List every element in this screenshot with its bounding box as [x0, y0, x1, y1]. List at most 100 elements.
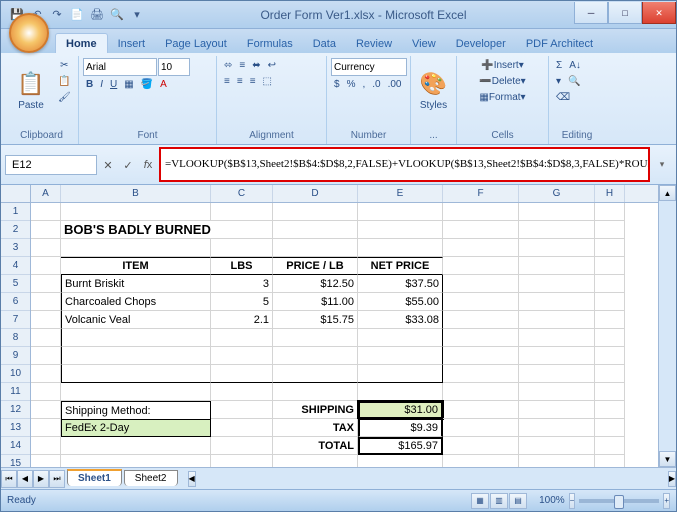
cell[interactable]: Charcoaled Chops: [61, 293, 211, 311]
row-header[interactable]: 2: [1, 221, 30, 239]
row-header[interactable]: 9: [1, 347, 30, 365]
cell[interactable]: [358, 221, 443, 239]
cell[interactable]: BOB'S BADLY BURNED BBQ: [61, 221, 211, 239]
cell[interactable]: [61, 347, 211, 365]
cell[interactable]: [443, 347, 519, 365]
cell[interactable]: [211, 437, 273, 455]
fill-color-button[interactable]: 🪣: [138, 77, 156, 92]
font-size-select[interactable]: [158, 58, 190, 76]
cell[interactable]: [519, 239, 595, 257]
styles-button[interactable]: 🎨Styles: [415, 58, 452, 124]
align-mid-button[interactable]: ≡: [236, 58, 248, 73]
cell[interactable]: [595, 257, 625, 275]
formula-input[interactable]: =VLOOKUP($B$13,Sheet2!$B$4:$D$8,2,FALSE)…: [159, 147, 650, 182]
qat-dropdown-icon[interactable]: ▾: [129, 7, 145, 23]
cell[interactable]: [595, 239, 625, 257]
normal-view-button[interactable]: ▦: [471, 493, 489, 509]
cell[interactable]: Volcanic Veal: [61, 311, 211, 329]
cell[interactable]: [358, 365, 443, 383]
cell[interactable]: [595, 293, 625, 311]
cell[interactable]: [443, 401, 519, 419]
cell[interactable]: [211, 329, 273, 347]
currency-button[interactable]: $: [331, 77, 343, 92]
font-name-select[interactable]: [83, 58, 157, 76]
row-header[interactable]: 7: [1, 311, 30, 329]
cell[interactable]: [61, 329, 211, 347]
format-cells-button[interactable]: ▦Format ▾: [461, 90, 544, 105]
cell[interactable]: [519, 455, 595, 467]
cell[interactable]: [273, 221, 358, 239]
new-icon[interactable]: 📄: [69, 7, 85, 23]
cell[interactable]: 5: [211, 293, 273, 311]
align-bot-button[interactable]: ⬌: [249, 58, 263, 73]
sheet-tab-2[interactable]: Sheet2: [124, 470, 178, 486]
horizontal-scrollbar[interactable]: ◀ ▶: [188, 471, 677, 487]
cell[interactable]: [519, 365, 595, 383]
tab-last-button[interactable]: ⏭: [49, 470, 65, 488]
cell[interactable]: TOTAL: [273, 437, 358, 455]
find-button[interactable]: 🔍: [565, 74, 583, 89]
cell[interactable]: [595, 437, 625, 455]
cell[interactable]: [595, 329, 625, 347]
border-button[interactable]: ▦: [121, 77, 136, 92]
align-left-button[interactable]: ≡: [221, 74, 233, 89]
row-header[interactable]: 12: [1, 401, 30, 419]
cell[interactable]: [31, 203, 61, 221]
close-button[interactable]: ✕: [642, 2, 676, 24]
cell[interactable]: [595, 383, 625, 401]
col-header[interactable]: B: [61, 185, 211, 202]
percent-button[interactable]: %: [344, 77, 359, 92]
cell[interactable]: [273, 383, 358, 401]
cell[interactable]: [443, 419, 519, 437]
cell[interactable]: [31, 455, 61, 467]
scroll-right-button[interactable]: ▶: [668, 471, 676, 487]
clear-button[interactable]: ⌫: [553, 90, 573, 105]
cell[interactable]: [31, 275, 61, 293]
cell[interactable]: [443, 311, 519, 329]
cell[interactable]: [273, 239, 358, 257]
tab-pdf-architect[interactable]: PDF Architect: [516, 34, 603, 53]
col-header[interactable]: C: [211, 185, 273, 202]
tab-prev-button[interactable]: ◀: [17, 470, 33, 488]
cell[interactable]: [31, 347, 61, 365]
bold-button[interactable]: B: [83, 77, 96, 92]
cell[interactable]: [519, 311, 595, 329]
cell[interactable]: [211, 347, 273, 365]
row-header[interactable]: 1: [1, 203, 30, 221]
row-header[interactable]: 6: [1, 293, 30, 311]
wrap-button[interactable]: ↩: [265, 58, 279, 73]
fx-button[interactable]: fx: [139, 156, 157, 174]
cell[interactable]: [211, 221, 273, 239]
row-header[interactable]: 15: [1, 455, 30, 467]
font-color-button[interactable]: A: [157, 77, 170, 92]
cell[interactable]: [273, 203, 358, 221]
sort-button[interactable]: A↓: [566, 58, 584, 73]
tab-view[interactable]: View: [402, 34, 446, 53]
zoom-in-button[interactable]: +: [663, 493, 670, 509]
delete-cells-button[interactable]: ➖Delete ▾: [461, 74, 544, 89]
cell[interactable]: PRICE / LB: [273, 257, 358, 275]
col-header[interactable]: G: [519, 185, 595, 202]
preview-icon[interactable]: 🔍: [109, 7, 125, 23]
cell[interactable]: [211, 203, 273, 221]
office-button[interactable]: [9, 13, 49, 53]
cell[interactable]: Burnt Briskit: [61, 275, 211, 293]
maximize-button[interactable]: ☐: [608, 2, 642, 24]
zoom-slider[interactable]: [579, 499, 659, 503]
row-header[interactable]: 11: [1, 383, 30, 401]
cell[interactable]: [519, 401, 595, 419]
expand-formula-button[interactable]: ▾: [652, 147, 672, 182]
cell[interactable]: $55.00: [358, 293, 443, 311]
cell[interactable]: [519, 257, 595, 275]
align-center-button[interactable]: ≡: [234, 74, 246, 89]
cell[interactable]: [31, 293, 61, 311]
cell[interactable]: [443, 203, 519, 221]
cell[interactable]: [211, 383, 273, 401]
cell[interactable]: [443, 221, 519, 239]
tab-formulas[interactable]: Formulas: [237, 34, 303, 53]
cell[interactable]: 2.1: [211, 311, 273, 329]
cell[interactable]: [358, 329, 443, 347]
cell[interactable]: FedEx 2-Day: [61, 419, 211, 437]
page-break-view-button[interactable]: ▤: [509, 493, 527, 509]
tab-insert[interactable]: Insert: [108, 34, 156, 53]
